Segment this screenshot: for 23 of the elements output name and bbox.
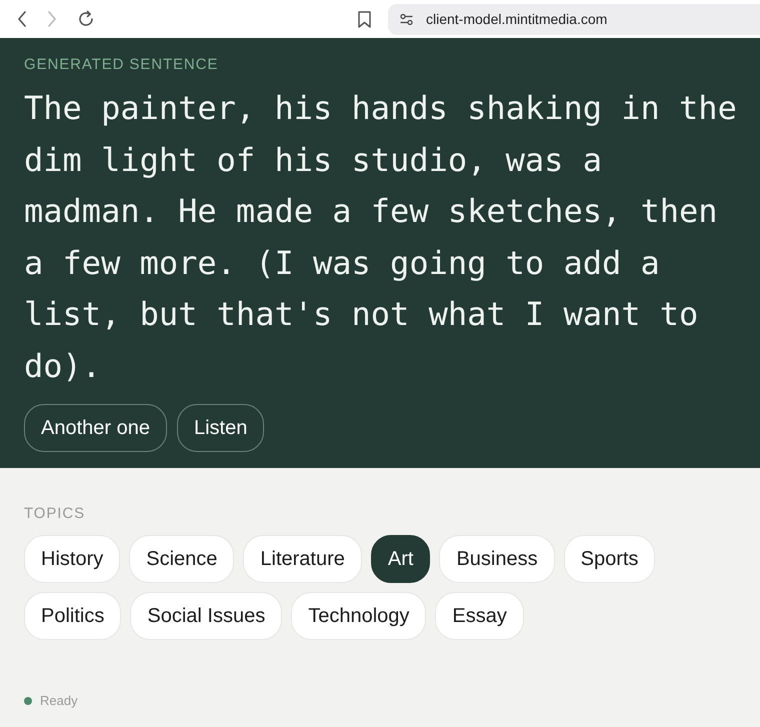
bookmark-icon[interactable] bbox=[358, 10, 371, 28]
topic-chip[interactable]: Business bbox=[439, 535, 555, 583]
topic-chip[interactable]: History bbox=[24, 535, 120, 583]
back-icon[interactable] bbox=[17, 11, 27, 27]
topic-chip[interactable]: Social Issues bbox=[130, 592, 282, 640]
section-label: GENERATED SENTENCE bbox=[24, 55, 220, 75]
status-dot-icon bbox=[24, 697, 32, 705]
topic-chip[interactable]: Sports bbox=[564, 535, 656, 583]
topic-chip[interactable]: Science bbox=[129, 535, 234, 583]
topic-chip[interactable]: Politics bbox=[24, 592, 122, 640]
action-button[interactable]: Another one bbox=[24, 404, 167, 452]
topic-chip[interactable]: Technology bbox=[291, 592, 426, 640]
action-button[interactable]: Listen bbox=[176, 404, 264, 452]
status-text: Ready bbox=[40, 692, 78, 710]
site-settings-icon[interactable] bbox=[400, 14, 413, 24]
url-text: client-model.mintitmedia.com bbox=[426, 10, 608, 29]
topic-chip[interactable]: Literature bbox=[243, 535, 362, 583]
section-label: TOPICS bbox=[24, 504, 86, 524]
topic-chip[interactable]: Art bbox=[370, 535, 430, 583]
reload-icon[interactable] bbox=[77, 10, 95, 28]
topic-chip[interactable]: Essay bbox=[435, 592, 524, 640]
address-bar[interactable]: client-model.mintitmedia.com bbox=[388, 4, 760, 34]
generated-sentence: The painter, his hands shaking in the dim light of his studio, was a madman. He made a few sketches, then a few more. (I was going to add a list, but that's not what I want to do). bbox=[24, 88, 738, 386]
